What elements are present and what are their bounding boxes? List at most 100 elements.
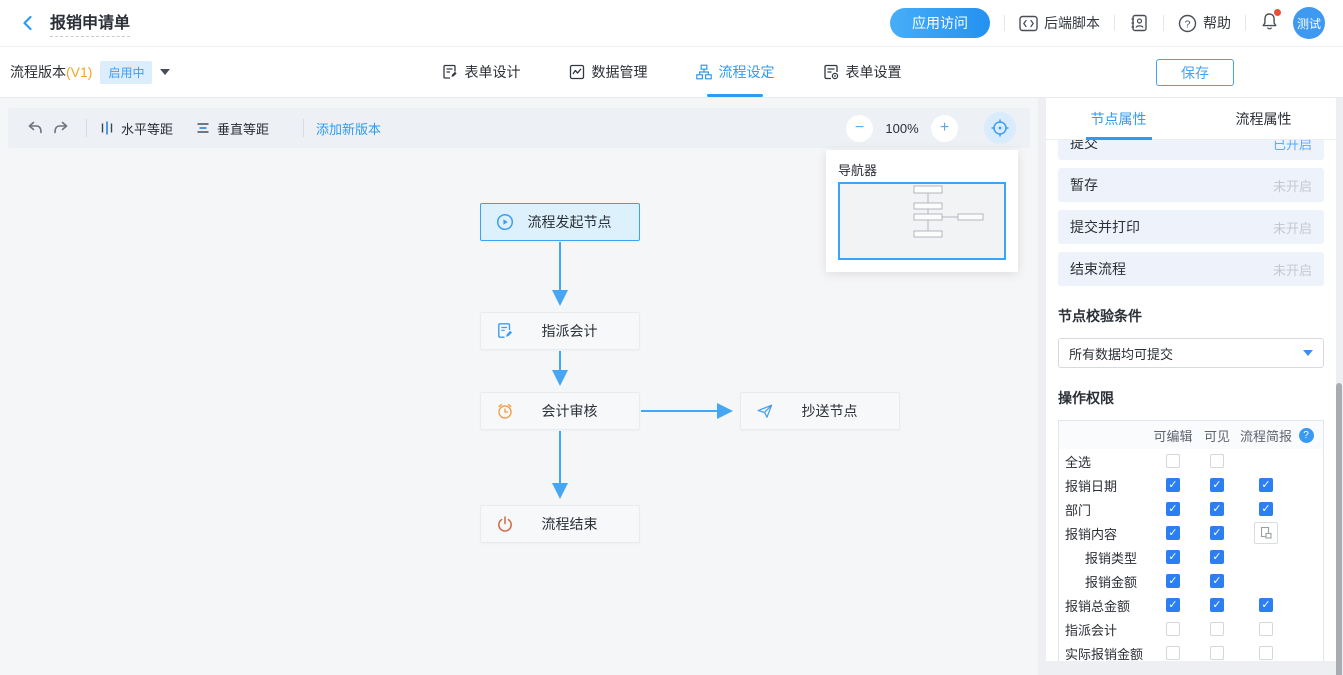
checkbox-visible[interactable] bbox=[1210, 526, 1224, 540]
tab-form-design[interactable]: 表单设计 bbox=[442, 47, 521, 97]
checkbox-editable[interactable] bbox=[1166, 550, 1180, 564]
navigator-minimap[interactable] bbox=[838, 182, 1006, 260]
panel-tabs: 节点属性 流程属性 bbox=[1046, 98, 1336, 140]
panel-body: 提交 已开启 暂存 未开启 提交并打印 未开启 结束流程 未开启 节点校验条件 bbox=[1046, 140, 1336, 661]
svg-text:?: ? bbox=[1185, 18, 1191, 30]
version-label: 流程版本 bbox=[10, 64, 66, 80]
minimap-thumbnail bbox=[840, 184, 1004, 258]
help-icon[interactable]: ? bbox=[1299, 428, 1314, 443]
flow-node-end[interactable]: 流程结束 bbox=[480, 505, 640, 543]
toggle-row-end-flow[interactable]: 结束流程 未开启 bbox=[1058, 252, 1324, 286]
tab-flow-setting[interactable]: 流程设定 bbox=[696, 47, 775, 97]
backend-script-button[interactable]: 后端脚本 bbox=[1019, 13, 1100, 33]
page-title: 报销申请单 bbox=[50, 9, 130, 37]
toggle-row-save-draft[interactable]: 暂存 未开启 bbox=[1058, 168, 1324, 202]
properties-panel: 节点属性 流程属性 提交 已开启 暂存 未开启 提交并打印 未开启 bbox=[1046, 98, 1336, 661]
form-design-icon bbox=[442, 64, 458, 80]
assign-doc-icon bbox=[496, 322, 514, 340]
checkbox-editable[interactable] bbox=[1166, 574, 1180, 588]
back-button[interactable] bbox=[18, 13, 38, 33]
validation-section-label: 节点校验条件 bbox=[1058, 306, 1324, 326]
toggle-row-submit-print[interactable]: 提交并打印 未开启 bbox=[1058, 210, 1324, 244]
version-selector[interactable]: 流程版本(V1) 启用中 bbox=[10, 47, 170, 97]
tab-node-properties[interactable]: 节点属性 bbox=[1046, 98, 1191, 139]
crosshair-icon bbox=[990, 118, 1010, 138]
checkbox-editable[interactable] bbox=[1166, 454, 1180, 468]
save-button[interactable]: 保存 bbox=[1156, 59, 1234, 86]
tab-form-settings[interactable]: 表单设置 bbox=[823, 47, 902, 97]
table-row-actual-amount: 实际报销金额 bbox=[1059, 641, 1323, 661]
tab-label: 流程设定 bbox=[719, 62, 775, 82]
canvas-toolbar: 水平等距 垂直等距 添加新版本 − 100% + bbox=[8, 108, 1030, 148]
app-window: 报销申请单 应用访问 后端脚本 ? 帮助 测试 bbox=[0, 0, 1343, 675]
vertical-spacing-label: 垂直等距 bbox=[217, 119, 269, 138]
panel-tab-label: 流程属性 bbox=[1236, 109, 1292, 129]
node-label: 会计审核 bbox=[514, 401, 639, 421]
help-button[interactable]: ? 帮助 bbox=[1178, 13, 1231, 33]
checkbox-visible[interactable] bbox=[1210, 478, 1224, 492]
flow-node-start[interactable]: 流程发起节点 bbox=[480, 203, 640, 241]
zoom-in-button[interactable]: + bbox=[931, 115, 958, 142]
table-row-expense-type: 报销类型 bbox=[1059, 545, 1323, 569]
checkbox-visible[interactable] bbox=[1210, 598, 1224, 612]
question-circle-icon: ? bbox=[1178, 14, 1197, 33]
locate-button[interactable] bbox=[984, 112, 1016, 144]
flow-setting-icon bbox=[696, 64, 712, 80]
checkbox-editable[interactable] bbox=[1166, 526, 1180, 540]
flow-node-assign-accountant[interactable]: 指派会计 bbox=[480, 312, 640, 350]
tab-flow-properties[interactable]: 流程属性 bbox=[1191, 98, 1336, 139]
checkbox-flow-report[interactable] bbox=[1259, 598, 1273, 612]
toggle-row-submit[interactable]: 提交 已开启 bbox=[1058, 140, 1324, 160]
main-tabs: 表单设计 数据管理 流程设定 表单设置 bbox=[442, 47, 902, 97]
checkbox-flow-report[interactable] bbox=[1259, 646, 1273, 660]
checkbox-editable[interactable] bbox=[1166, 502, 1180, 516]
horizontal-spacing-button[interactable]: 水平等距 bbox=[99, 119, 173, 138]
toggle-label: 暂存 bbox=[1070, 175, 1098, 195]
table-row-department: 部门 bbox=[1059, 497, 1323, 521]
checkbox-editable[interactable] bbox=[1166, 622, 1180, 636]
validation-select[interactable]: 所有数据均可提交 bbox=[1058, 338, 1324, 368]
vertical-spacing-button[interactable]: 垂直等距 bbox=[195, 119, 269, 138]
panel-scrollbar-thumb[interactable] bbox=[1336, 383, 1342, 675]
navigator-title: 导航器 bbox=[826, 150, 1018, 185]
status-badge: 启用中 bbox=[100, 61, 152, 84]
app-access-button[interactable]: 应用访问 bbox=[890, 8, 990, 38]
undo-button[interactable] bbox=[22, 115, 48, 141]
checkbox-flow-report[interactable] bbox=[1259, 622, 1273, 636]
subform-settings-button[interactable] bbox=[1254, 522, 1278, 544]
chevron-down-icon[interactable] bbox=[160, 69, 170, 75]
checkbox-visible[interactable] bbox=[1210, 574, 1224, 588]
checkbox-visible[interactable] bbox=[1210, 454, 1224, 468]
checkbox-editable[interactable] bbox=[1166, 478, 1180, 492]
toggle-label: 结束流程 bbox=[1070, 259, 1126, 279]
table-row-assign-accountant: 指派会计 bbox=[1059, 617, 1323, 641]
checkbox-editable[interactable] bbox=[1166, 598, 1180, 612]
notifications-button[interactable] bbox=[1260, 11, 1279, 36]
checkbox-flow-report[interactable] bbox=[1259, 502, 1273, 516]
zoom-out-button[interactable]: − bbox=[846, 115, 873, 142]
toggle-label: 提交并打印 bbox=[1070, 217, 1140, 237]
checkbox-visible[interactable] bbox=[1210, 646, 1224, 660]
flow-canvas[interactable]: 水平等距 垂直等距 添加新版本 − 100% + bbox=[0, 98, 1038, 675]
tab-data-management[interactable]: 数据管理 bbox=[569, 47, 648, 97]
redo-button[interactable] bbox=[48, 115, 74, 141]
avatar[interactable]: 测试 bbox=[1293, 7, 1325, 39]
add-new-version-link[interactable]: 添加新版本 bbox=[316, 119, 381, 138]
header-divider bbox=[1163, 15, 1164, 31]
checkbox-visible[interactable] bbox=[1210, 622, 1224, 636]
flow-node-accountant-review[interactable]: 会计审核 bbox=[480, 392, 640, 430]
column-header-editable: 可编辑 bbox=[1149, 426, 1197, 445]
undo-icon bbox=[26, 119, 44, 137]
data-management-icon bbox=[569, 64, 585, 80]
permission-section-label: 操作权限 bbox=[1058, 388, 1324, 408]
tab-label: 数据管理 bbox=[592, 62, 648, 82]
contacts-button[interactable] bbox=[1129, 13, 1149, 33]
checkbox-visible[interactable] bbox=[1210, 550, 1224, 564]
table-row-expense-date: 报销日期 bbox=[1059, 473, 1323, 497]
checkbox-editable[interactable] bbox=[1166, 646, 1180, 660]
checkbox-flow-report[interactable] bbox=[1259, 478, 1273, 492]
zoom-level: 100% bbox=[883, 121, 921, 136]
flow-node-cc[interactable]: 抄送节点 bbox=[740, 392, 900, 430]
checkbox-visible[interactable] bbox=[1210, 502, 1224, 516]
permission-table: 可编辑 可见 流程简报 ? 全选 报销日期 bbox=[1058, 420, 1324, 661]
